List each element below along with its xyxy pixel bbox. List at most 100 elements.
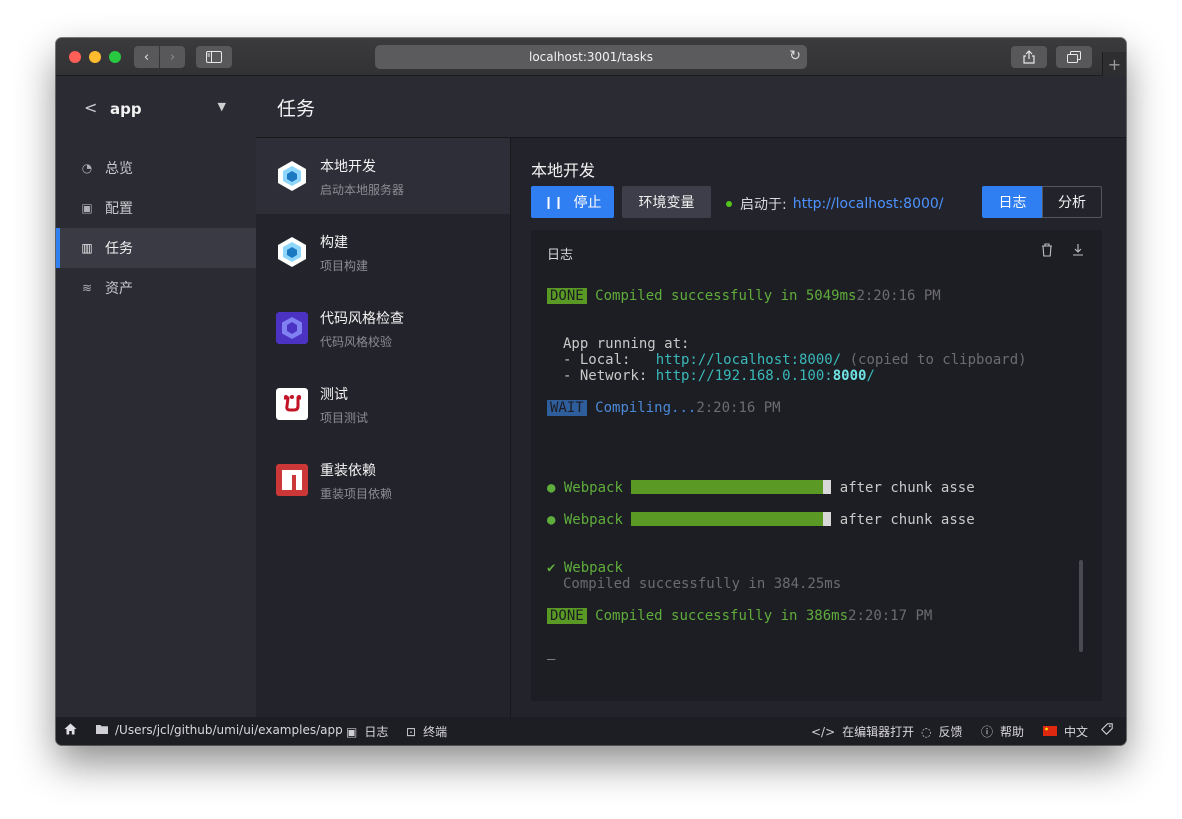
- status-dot-icon: [726, 201, 732, 207]
- sidebar-item-config[interactable]: ▣ 配置: [56, 188, 256, 228]
- show-tabs-button[interactable]: [1056, 46, 1092, 68]
- log-message: Compiled successfully in 5049ms: [595, 288, 857, 304]
- env-vars-button[interactable]: 环境变量: [622, 186, 711, 218]
- log-time: 2:20:16 PM: [856, 288, 941, 304]
- bullet-icon: ●: [547, 512, 556, 528]
- log-note: (copied to clipboard): [841, 352, 1027, 368]
- task-item-lint[interactable]: 代码风格检查 代码风格校验: [256, 290, 510, 366]
- tag-button[interactable]: [1101, 723, 1113, 735]
- reload-icon[interactable]: ↻: [789, 48, 801, 64]
- log-line: ✔ Webpack: [547, 560, 623, 576]
- tab-log[interactable]: 日志: [982, 186, 1043, 218]
- project-name: app: [110, 100, 142, 118]
- feedback-button[interactable]: ◌ 反馈: [921, 723, 963, 740]
- webpack-label: Webpack: [563, 560, 623, 576]
- tab-analyze-label: 分析: [1058, 195, 1086, 211]
- task-item-reinstall[interactable]: 重装依赖 重装项目依赖: [256, 442, 510, 518]
- chevron-left-icon: ‹: [143, 49, 150, 65]
- message-icon: ◌: [921, 724, 932, 739]
- stop-label: 停止: [573, 195, 602, 211]
- tag-icon: [1101, 723, 1113, 735]
- sidebar-item-overview[interactable]: ◔ 总览: [56, 148, 256, 188]
- terminal-cursor: _: [547, 644, 556, 660]
- trash-icon[interactable]: [1041, 243, 1053, 261]
- task-detail-title: 本地开发: [531, 161, 596, 180]
- code-icon: </>: [811, 724, 836, 739]
- language-label: 中文: [1064, 725, 1089, 739]
- progress-bar-end: [823, 480, 832, 494]
- share-button[interactable]: [1011, 46, 1047, 68]
- open-in-editor-button[interactable]: </> 在编辑器打开: [811, 723, 914, 740]
- new-tab-button[interactable]: +: [1102, 52, 1126, 76]
- task-name: 代码风格检查: [320, 311, 404, 327]
- language-switch[interactable]: 中文: [1043, 723, 1088, 740]
- open-editor-label: 在编辑器打开: [842, 725, 915, 739]
- task-desc: 启动本地服务器: [320, 183, 405, 197]
- task-item-test[interactable]: 测试 项目测试: [256, 366, 510, 442]
- help-label: 帮助: [1000, 725, 1025, 739]
- home-button[interactable]: [64, 723, 77, 735]
- task-item-dev[interactable]: 本地开发 启动本地服务器: [256, 138, 510, 214]
- status-bar: /Users/jcl/github/umi/ui/examples/app ▣ …: [56, 717, 1126, 745]
- npm-icon: [276, 464, 308, 496]
- download-icon[interactable]: [1072, 242, 1084, 260]
- page-title: 任务: [277, 98, 316, 120]
- feedback-label: 反馈: [938, 725, 963, 739]
- statusbar-log-label: 日志: [364, 725, 389, 739]
- jest-icon: [276, 388, 308, 420]
- project-switcher[interactable]: < app ▼: [84, 98, 234, 122]
- log-panel: 日志 DONE Compiled successfully in 5049ms2…: [531, 230, 1102, 701]
- log-line: ● Webpack after chunk asse: [547, 512, 975, 528]
- bullet-icon: ●: [547, 480, 556, 496]
- log-scrollbar[interactable]: [1079, 560, 1083, 652]
- log-message: Compiled successfully in 386ms: [595, 608, 849, 624]
- forward-button[interactable]: ›: [160, 46, 185, 68]
- sidebar-item-tasks[interactable]: ▥ 任务: [56, 228, 256, 268]
- local-url: http://localhost:8000/: [655, 352, 842, 368]
- plus-icon: +: [1107, 54, 1122, 74]
- close-window-button[interactable]: [69, 51, 81, 63]
- share-icon: [1023, 50, 1035, 64]
- task-item-build[interactable]: 构建 项目构建: [256, 214, 510, 290]
- server-url-link[interactable]: http://localhost:8000/: [793, 196, 944, 212]
- log-title: 日志: [547, 248, 574, 263]
- zoom-window-button[interactable]: [109, 51, 121, 63]
- log-message: Compiled successfully in 384.25ms: [563, 576, 842, 592]
- statusbar-log-button[interactable]: ▣ 日志: [346, 723, 388, 740]
- task-desc: 项目测试: [320, 411, 369, 425]
- minimize-window-button[interactable]: [89, 51, 101, 63]
- dashboard-icon: ◔: [81, 161, 93, 175]
- log-line: - Network: http://192.168.0.100:8000/: [563, 368, 875, 384]
- folder-icon: [96, 723, 108, 737]
- done-badge: DONE: [547, 608, 587, 624]
- sidebar-toggle-button[interactable]: [196, 46, 232, 68]
- task-desc: 重装项目依赖: [320, 487, 393, 501]
- status-prefix: 启动于:: [740, 197, 787, 213]
- webpack-label: Webpack: [563, 480, 623, 496]
- sidebar-item-label: 总览: [105, 161, 133, 177]
- stop-button[interactable]: ❙❙ 停止: [531, 186, 614, 218]
- webpack-label: Webpack: [563, 512, 623, 528]
- project-path[interactable]: /Users/jcl/github/umi/ui/examples/app: [96, 723, 343, 737]
- sidebar-item-label: 配置: [105, 201, 133, 217]
- assets-icon: ≋: [81, 281, 93, 295]
- caret-down-icon[interactable]: ▼: [218, 100, 226, 113]
- sidebar-icon: [206, 51, 222, 63]
- network-url-end: /: [866, 368, 875, 384]
- pause-icon: ❙❙: [543, 195, 564, 209]
- back-button[interactable]: ‹: [134, 46, 159, 68]
- help-button[interactable]: ⓘ 帮助: [981, 723, 1024, 740]
- sidebar-item-assets[interactable]: ≋ 资产: [56, 268, 256, 308]
- task-list: 本地开发 启动本地服务器 构建 项目构建 代码风格检查 代码风格校验 测试 项目…: [256, 138, 511, 717]
- statusbar-terminal-button[interactable]: ⊡ 终端: [406, 723, 447, 740]
- left-navigation: < app ▼ ◔ 总览 ▣ 配置 ▥ 任务 ≋ 资产: [56, 76, 256, 717]
- address-bar[interactable]: localhost:3001/tasks ↻: [375, 45, 807, 69]
- sidebar-item-label: 任务: [105, 241, 133, 257]
- tab-analyze[interactable]: 分析: [1042, 186, 1102, 218]
- tasks-icon: ▥: [81, 241, 93, 255]
- log-line: Compiled successfully in 384.25ms: [563, 576, 841, 592]
- browser-titlebar: ‹ › localhost:3001/tasks ↻ +: [56, 38, 1126, 76]
- task-name: 重装依赖: [320, 463, 376, 479]
- progress-bar: [631, 480, 824, 494]
- chevron-left-icon[interactable]: <: [84, 98, 97, 117]
